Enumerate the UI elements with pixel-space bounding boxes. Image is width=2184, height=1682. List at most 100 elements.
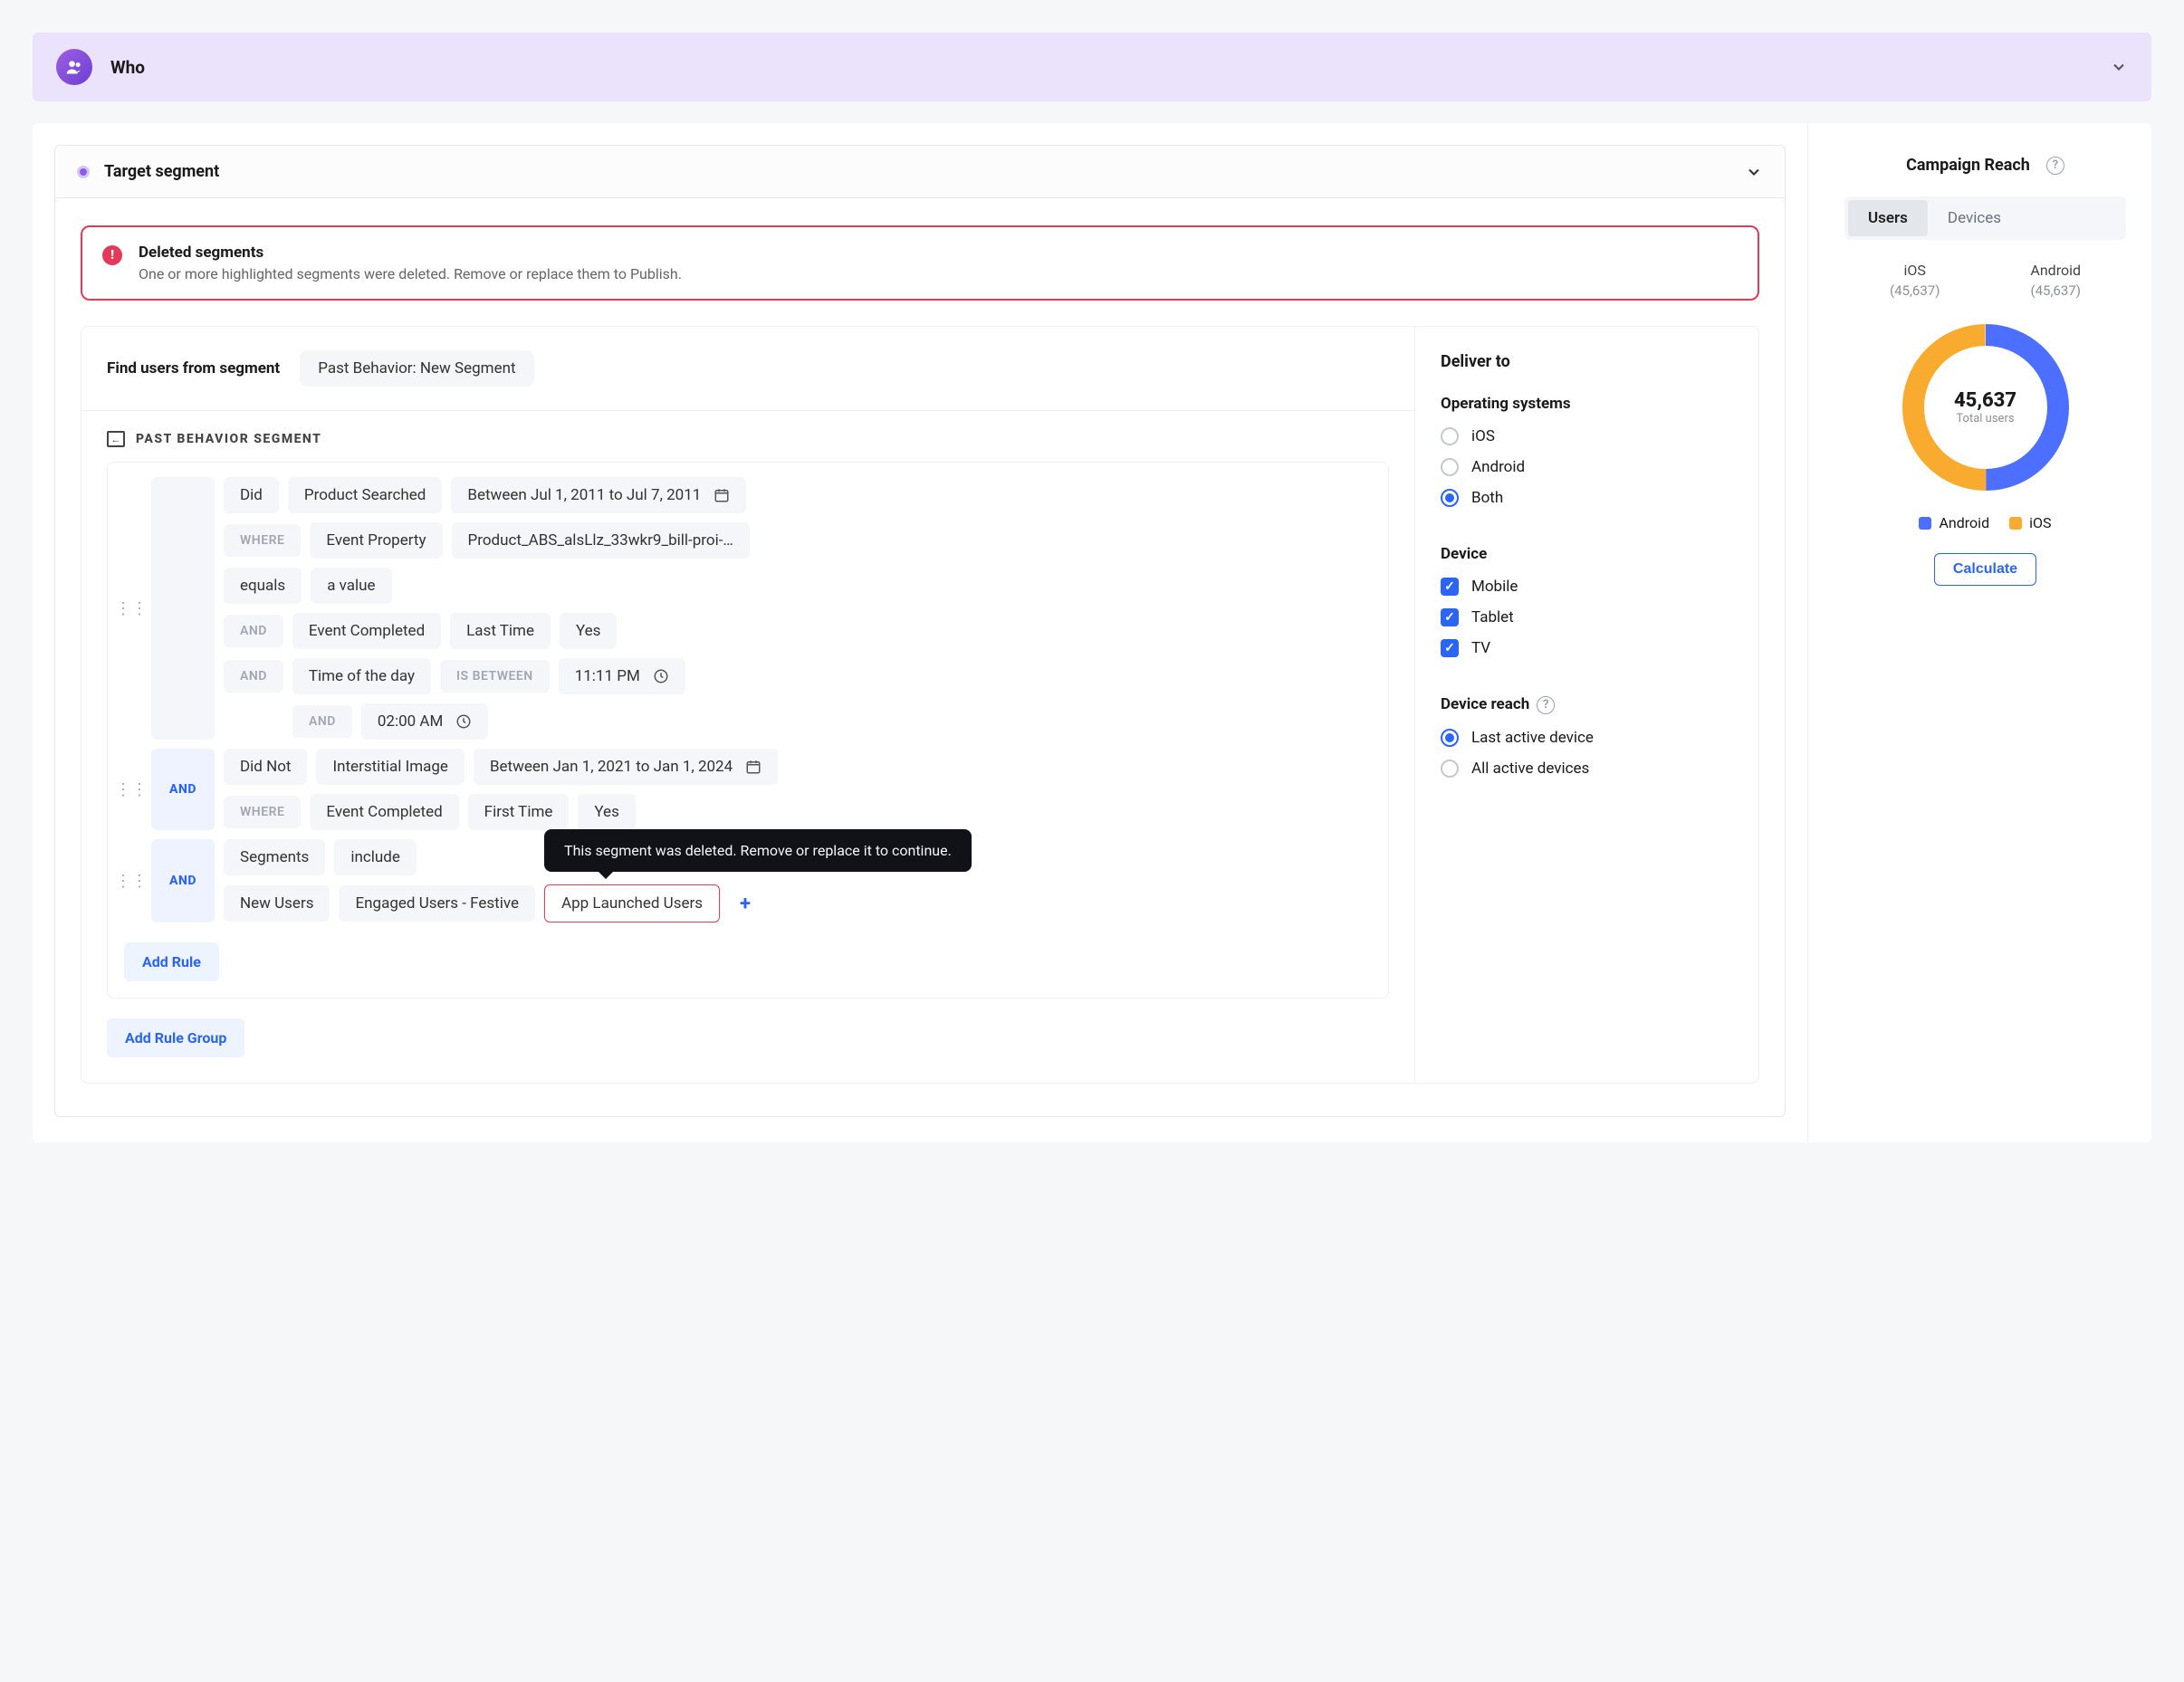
legend-swatch-android: [1919, 517, 1931, 530]
reach-tabs: Users Devices: [1844, 196, 2126, 240]
device-option-tv[interactable]: ✓TV: [1441, 639, 1733, 657]
radio-icon: [1441, 458, 1459, 476]
os-option-ios[interactable]: iOS: [1441, 427, 1733, 445]
radio-icon: [1441, 729, 1459, 747]
checkbox-icon: ✓: [1441, 639, 1459, 657]
stat-ios: iOS (45,637): [1890, 262, 1940, 299]
calendar-icon: [745, 759, 762, 775]
yesno-selector[interactable]: Yes: [560, 613, 617, 649]
target-segment-body: ! Deleted segments One or more highlight…: [54, 198, 1786, 1117]
drag-handle-icon[interactable]: ⋮⋮: [124, 839, 139, 922]
donut-label: Total users: [1954, 412, 2016, 425]
tab-devices[interactable]: Devices: [1928, 200, 2021, 236]
timing-selector[interactable]: First Time: [468, 794, 570, 830]
reach-option-last[interactable]: Last active device: [1441, 729, 1733, 747]
segment-rules-box: ⋮⋮ Did Product Searched Between Jul 1, 2…: [107, 462, 1389, 999]
device-reach-label: Device reach?: [1441, 695, 1733, 714]
radio-icon: [1441, 760, 1459, 778]
tab-users[interactable]: Users: [1848, 200, 1928, 236]
help-icon[interactable]: ?: [2046, 157, 2064, 175]
radio-icon: [1441, 427, 1459, 445]
time-selector[interactable]: 11:11 PM: [559, 658, 685, 694]
drag-handle-icon[interactable]: ⋮⋮: [124, 477, 139, 740]
who-title: Who: [110, 57, 145, 78]
and-label: AND: [224, 660, 283, 693]
date-range-selector[interactable]: Between Jan 1, 2021 to Jan 1, 2024: [474, 749, 778, 785]
legend-swatch-ios: [2009, 517, 2022, 530]
os-option-both[interactable]: Both: [1441, 489, 1733, 507]
rule-group: ⋮⋮ Did Product Searched Between Jul 1, 2…: [124, 477, 1372, 740]
device-label: Device: [1441, 545, 1733, 563]
deleted-segment-tooltip: This segment was deleted. Remove or repl…: [544, 829, 972, 872]
segment-chip[interactable]: Past Behavior: New Segment: [300, 350, 533, 387]
didnot-selector[interactable]: Did Not: [224, 749, 307, 785]
find-users-row: Find users from segment Past Behavior: N…: [81, 327, 1414, 411]
did-selector[interactable]: Did: [224, 477, 279, 513]
clock-icon: [653, 668, 669, 684]
alert-icon: !: [102, 245, 122, 265]
date-range-text: Between Jul 1, 2011 to Jul 7, 2011: [467, 486, 701, 504]
timing-selector[interactable]: Last Time: [450, 613, 551, 649]
add-rule-button[interactable]: Add Rule: [124, 942, 219, 981]
date-range-text: Between Jan 1, 2021 to Jan 1, 2024: [490, 758, 733, 776]
add-rule-group-button[interactable]: Add Rule Group: [107, 1018, 244, 1057]
rule-join-and[interactable]: AND: [151, 839, 215, 922]
where-label: WHERE: [224, 524, 301, 557]
add-segment-button[interactable]: +: [729, 887, 762, 920]
rule-group: ⋮⋮ AND Segments include New Users: [124, 839, 1372, 922]
find-users-label: Find users from segment: [107, 359, 280, 377]
os-label: Operating systems: [1441, 395, 1733, 413]
segment-type-icon: [107, 431, 125, 447]
rule-join-blank: [151, 477, 215, 740]
deleted-segment-chip[interactable]: App Launched Users: [544, 884, 720, 922]
reach-option-all[interactable]: All active devices: [1441, 760, 1733, 778]
chevron-down-icon[interactable]: [2110, 58, 2128, 76]
target-segment-header[interactable]: Target segment: [54, 145, 1786, 198]
who-section-header[interactable]: Who: [33, 33, 2151, 101]
is-between-label: IS BETWEEN: [440, 660, 550, 693]
calculate-button[interactable]: Calculate: [1934, 553, 2036, 586]
stat-android: Android (45,637): [2030, 262, 2081, 299]
help-icon[interactable]: ?: [1537, 696, 1555, 714]
event-selector[interactable]: Interstitial Image: [316, 749, 464, 785]
people-icon: [56, 49, 92, 85]
campaign-reach-panel: Campaign Reach ? Users Devices iOS (45,6…: [1807, 123, 2151, 1142]
chevron-down-icon[interactable]: [1745, 163, 1763, 181]
segments-selector[interactable]: Segments: [224, 839, 325, 875]
alert-message: One or more highlighted segments were de…: [139, 265, 682, 282]
event-selector[interactable]: Event Completed: [292, 613, 441, 649]
value-input[interactable]: a value: [311, 568, 391, 604]
deleted-segments-alert: ! Deleted segments One or more highlight…: [81, 225, 1759, 301]
time-value: 11:11 PM: [575, 667, 640, 685]
alert-title: Deleted segments: [139, 244, 682, 262]
time-label-selector[interactable]: Time of the day: [292, 658, 431, 694]
segment-chip[interactable]: Engaged Users - Festive: [339, 885, 535, 922]
checkbox-icon: ✓: [1441, 578, 1459, 596]
time-value: 02:00 AM: [378, 712, 443, 731]
drag-handle-icon[interactable]: ⋮⋮: [124, 749, 139, 830]
os-option-android[interactable]: Android: [1441, 458, 1733, 476]
event-selector[interactable]: Event Completed: [310, 794, 458, 830]
target-segment-title: Target segment: [104, 162, 219, 181]
status-dot-icon: [77, 166, 90, 178]
segment-type-title: PAST BEHAVIOR SEGMENT: [136, 432, 321, 446]
segment-builder-card: Find users from segment Past Behavior: N…: [81, 326, 1759, 1084]
radio-icon: [1441, 489, 1459, 507]
calendar-icon: [714, 487, 730, 503]
rule-join-and[interactable]: AND: [151, 749, 215, 830]
device-option-tablet[interactable]: ✓Tablet: [1441, 608, 1733, 626]
operator-selector[interactable]: equals: [224, 568, 302, 604]
event-selector[interactable]: Product Searched: [288, 477, 442, 513]
segment-chip[interactable]: New Users: [224, 885, 330, 922]
checkbox-icon: ✓: [1441, 608, 1459, 626]
device-option-mobile[interactable]: ✓Mobile: [1441, 578, 1733, 596]
reach-legend: Android iOS: [1844, 514, 2126, 531]
and-label: AND: [292, 705, 352, 738]
time-selector[interactable]: 02:00 AM: [361, 703, 488, 740]
property-type-selector[interactable]: Event Property: [310, 522, 442, 559]
date-range-selector[interactable]: Between Jul 1, 2011 to Jul 7, 2011: [451, 477, 746, 513]
property-value-selector[interactable]: Product_ABS_alsLlz_33wkr9_bill-proi-…: [452, 522, 750, 559]
include-selector[interactable]: include: [334, 839, 417, 875]
clock-icon: [455, 713, 472, 730]
yesno-selector[interactable]: Yes: [578, 794, 635, 830]
